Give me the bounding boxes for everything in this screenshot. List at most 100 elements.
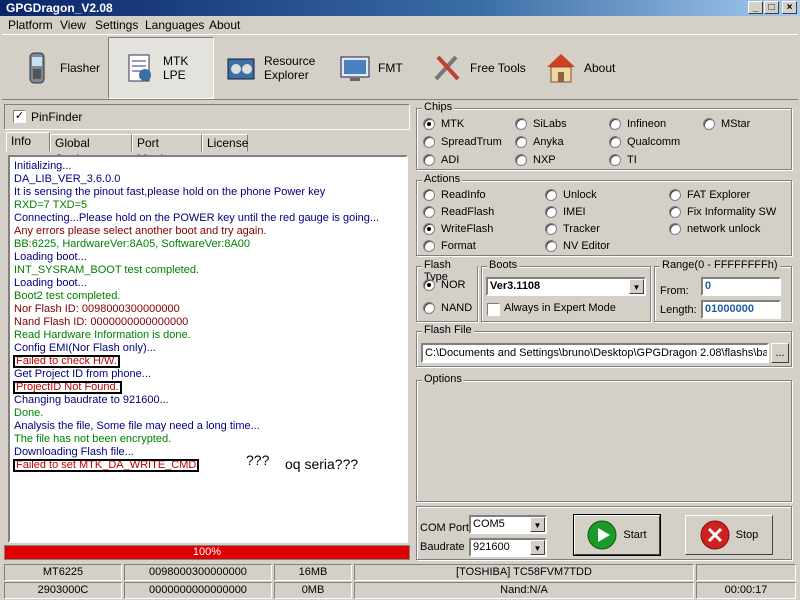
chevron-down-icon[interactable]: ▼ [629,279,644,294]
flash-file-path[interactable]: C:\Documents and Settings\bruno\Desktop\… [421,343,769,363]
log-line: Failed to check H/W. [13,355,120,368]
radio-button[interactable] [545,206,557,218]
actions-option[interactable]: ReadFlash [423,206,494,218]
radio-button[interactable] [423,223,435,235]
flash-file-group: Flash File C:\Documents and Settings\bru… [416,324,792,367]
radio-button[interactable] [515,118,527,130]
browse-button[interactable]: ... [771,343,789,363]
actions-option[interactable]: Unlock [545,189,597,201]
flasher-button[interactable]: Flasher [20,37,100,99]
radio-button[interactable] [609,118,621,130]
mtk-lpe-button[interactable]: MTK LPE [108,37,214,99]
chips-option[interactable]: SpreadTrum [423,136,502,148]
log-line: Boot2 test completed. [14,290,121,302]
menu-settings[interactable]: Settings [95,18,138,32]
radio-button[interactable] [423,206,435,218]
expert-mode-checkbox[interactable] [487,303,500,316]
chevron-down-icon[interactable]: ▼ [530,540,545,555]
resource-explorer-button[interactable]: Resource Explorer [224,37,315,99]
radio-button[interactable] [423,189,435,201]
options-group: Options [416,373,792,502]
status-nor-model: [TOSHIBA] TC58FVM7TDD [354,564,694,581]
fmt-button[interactable]: FMT [338,37,403,99]
film-icon [224,51,258,85]
chips-option[interactable]: MTK [423,118,464,130]
radio-button[interactable] [423,154,435,166]
radio-button[interactable] [423,118,435,130]
status-nand-size: 0MB [274,582,352,599]
radio-button[interactable] [669,223,681,235]
actions-option[interactable]: ReadInfo [423,189,486,201]
chips-option[interactable]: NXP [515,154,556,166]
log-line: Config EMI(Nor Flash only)... [14,342,156,354]
radio-button[interactable] [669,206,681,218]
radio-button[interactable] [423,136,435,148]
tab-port-monitor[interactable]: Port Monitor [132,134,202,166]
radio-nand[interactable] [423,302,435,314]
flash-type-group: Flash Type NOR NAND [416,259,478,322]
expert-mode-label: Always in Expert Mode [504,302,616,314]
free-tools-button[interactable]: Free Tools [430,37,526,99]
actions-option[interactable]: Fix Informality SW [669,206,776,218]
radio-button[interactable] [545,223,557,235]
length-input[interactable]: 01000000 [701,300,781,319]
options-title: Options [422,373,464,385]
chips-option[interactable]: ADI [423,154,459,166]
actions-option[interactable]: Format [423,240,476,252]
pinfinder-label: PinFinder [31,110,83,124]
minimize-button[interactable]: _ [748,1,763,14]
actions-option[interactable]: IMEI [545,206,586,218]
chips-option[interactable]: Qualcomm [609,136,680,148]
radio-button[interactable] [609,154,621,166]
tab-license[interactable]: License [202,134,248,152]
actions-group: Actions ReadInfo Unlock FAT Explorer ReadFl… [416,173,792,256]
actions-option[interactable]: NV Editor [545,240,610,252]
radio-button[interactable] [545,189,557,201]
pinfinder-checkbox[interactable]: ✓ [13,110,26,123]
annotation-question: ??? [246,452,270,468]
radio-button[interactable] [609,136,621,148]
toolbar: Flasher MTK LPE Resource Explorer FMT Fre… [2,34,798,100]
chips-option[interactable]: SiLabs [515,118,567,130]
chevron-down-icon[interactable]: ▼ [530,517,545,532]
radio-button[interactable] [545,240,557,252]
log-line: Read Hardware Information is done. [14,329,191,341]
menu-platform[interactable]: Platform [8,18,53,32]
status-nand-id: 0000000000000000 [124,582,272,599]
status-sw-id: 2903000C [4,582,122,599]
radio-button[interactable] [515,154,527,166]
flash-type-nand[interactable]: NAND [423,302,472,314]
log-line: Any errors please select another boot an… [14,225,267,237]
baudrate-select[interactable]: 921600 ▼ [469,538,547,557]
stop-icon [700,520,730,550]
radio-button[interactable] [515,136,527,148]
from-input[interactable]: 0 [701,277,781,296]
actions-option[interactable]: network unlock [669,223,760,235]
radio-button[interactable] [703,118,715,130]
start-button[interactable]: Start [573,514,661,556]
actions-option[interactable]: Tracker [545,223,600,235]
tab-global-settings[interactable]: Global Settings [50,134,132,166]
boots-select[interactable]: Ver3.1108 ▼ [486,277,646,296]
chips-option[interactable]: Infineon [609,118,666,130]
radio-button[interactable] [423,240,435,252]
stop-button[interactable]: Stop [685,515,773,555]
about-toolbar-button[interactable]: About [544,37,615,99]
maximize-button[interactable]: □ [764,1,779,14]
close-button[interactable]: × [782,1,797,14]
flash-type-nor[interactable]: NOR [423,279,465,291]
chips-option[interactable]: MStar [703,118,750,130]
chips-option[interactable]: TI [609,154,637,166]
actions-option[interactable]: WriteFlash [423,223,493,235]
chips-option[interactable]: Anyka [515,136,564,148]
radio-nor[interactable] [423,279,435,291]
com-port-select[interactable]: COM5 ▼ [469,515,547,534]
chips-title: Chips [422,101,455,113]
com-port-label: COM Port [420,522,469,534]
menu-view[interactable]: View [60,18,86,32]
actions-option[interactable]: FAT Explorer [669,189,750,201]
radio-button[interactable] [669,189,681,201]
tab-info[interactable]: Info [6,132,50,152]
menu-about[interactable]: About [209,18,240,32]
menu-languages[interactable]: Languages [145,18,204,32]
